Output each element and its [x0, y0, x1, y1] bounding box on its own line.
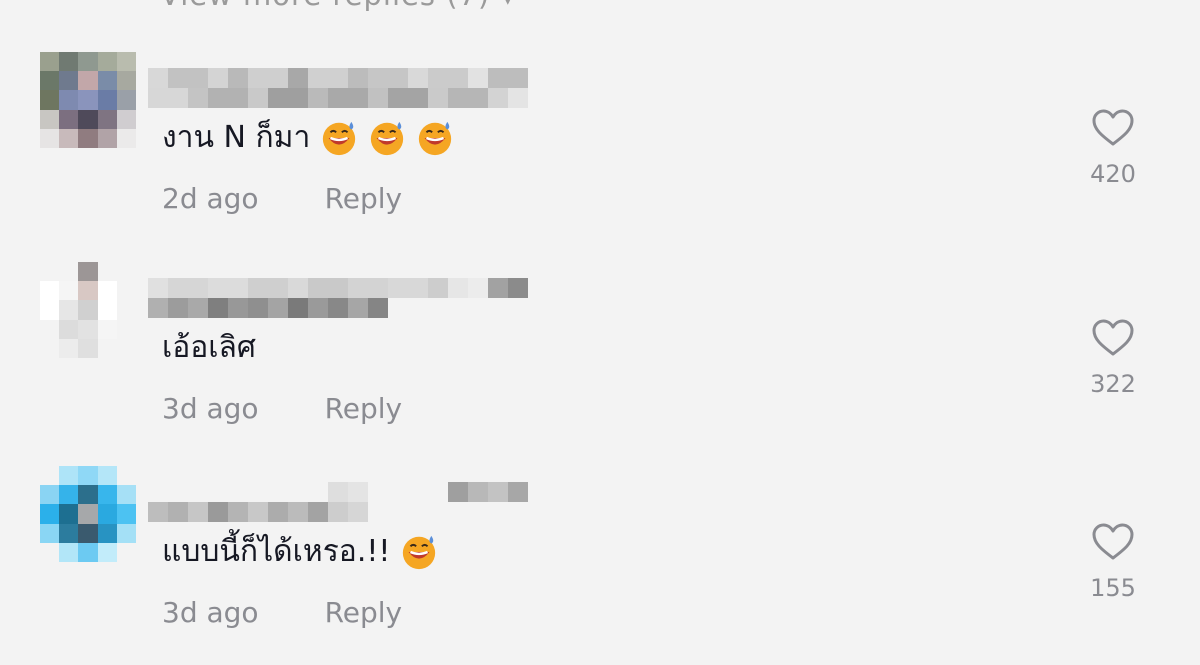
like-count: 420 — [1090, 160, 1136, 188]
like-count: 322 — [1090, 370, 1136, 398]
sweat-grin-emoji — [403, 535, 436, 569]
reply-button[interactable]: Reply — [325, 182, 403, 215]
comment-text: งาน N ก็มา — [162, 114, 454, 161]
comment-list: View more replies (7) ▾ งาน N ก็มา 2d ag… — [0, 0, 1200, 665]
comment-text-body: แบบนี้ก็ได้เหรอ.!! — [162, 534, 391, 569]
username-pixelated[interactable] — [148, 68, 528, 108]
like-control: 420 — [1082, 108, 1144, 188]
heart-outline-icon[interactable] — [1091, 522, 1135, 562]
like-control: 155 — [1082, 522, 1144, 602]
heart-outline-icon[interactable] — [1091, 108, 1135, 148]
comment-text: แบบนี้ก็ได้เหรอ.!! — [162, 528, 438, 575]
comment-text: เอ้อเลิศ — [162, 324, 256, 371]
username-pixelated[interactable] — [148, 482, 528, 522]
comment-text-body: งาน N ก็มา — [162, 120, 311, 155]
sweat-grin-emoji — [419, 121, 452, 155]
comment-text-body: เอ้อเลิศ — [162, 330, 256, 365]
reply-button[interactable]: Reply — [325, 596, 403, 629]
avatar[interactable] — [40, 262, 136, 358]
sweat-grin-emoji — [371, 121, 404, 155]
sweat-grin-emoji — [323, 121, 356, 155]
comment-timestamp: 2d ago — [162, 182, 259, 215]
avatar[interactable] — [40, 466, 136, 562]
comment-item: แบบนี้ก็ได้เหรอ.!! 3d ago Reply 155 — [0, 466, 1200, 665]
view-more-replies[interactable]: View more replies (7) ▾ — [160, 0, 516, 12]
username-pixelated[interactable] — [148, 278, 528, 318]
comment-meta: 2d ago Reply — [162, 182, 402, 215]
like-control: 322 — [1082, 318, 1144, 398]
heart-outline-icon[interactable] — [1091, 318, 1135, 358]
avatar[interactable] — [40, 52, 136, 148]
comment-item: เอ้อเลิศ 3d ago Reply 322 — [0, 262, 1200, 472]
comment-timestamp: 3d ago — [162, 392, 259, 425]
comment-timestamp: 3d ago — [162, 596, 259, 629]
comment-item: งาน N ก็มา 2d ago Reply 420 — [0, 52, 1200, 262]
reply-button[interactable]: Reply — [325, 392, 403, 425]
comment-meta: 3d ago Reply — [162, 392, 402, 425]
like-count: 155 — [1090, 574, 1136, 602]
comment-meta: 3d ago Reply — [162, 596, 402, 629]
